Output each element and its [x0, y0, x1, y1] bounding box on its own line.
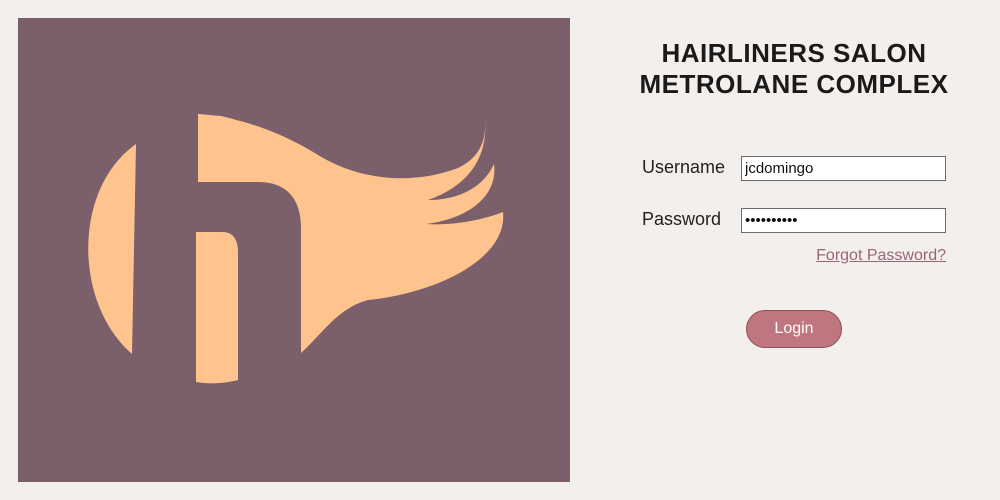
username-field[interactable] [741, 156, 946, 181]
logo-panel [18, 18, 570, 482]
password-label: Password [642, 209, 722, 229]
title-line-salon: HAIRLINERS SALON [661, 38, 927, 68]
login-button[interactable]: Login [746, 310, 842, 348]
page-title: HAIRLINERS SALON METROLANE COMPLEX [600, 38, 988, 100]
title-line-location: METROLANE COMPLEX [639, 69, 949, 99]
password-field[interactable] [741, 208, 946, 233]
forgot-password-link[interactable]: Forgot Password? [816, 247, 946, 265]
hairliners-logo-icon [88, 114, 504, 384]
username-label: Username [642, 157, 726, 177]
